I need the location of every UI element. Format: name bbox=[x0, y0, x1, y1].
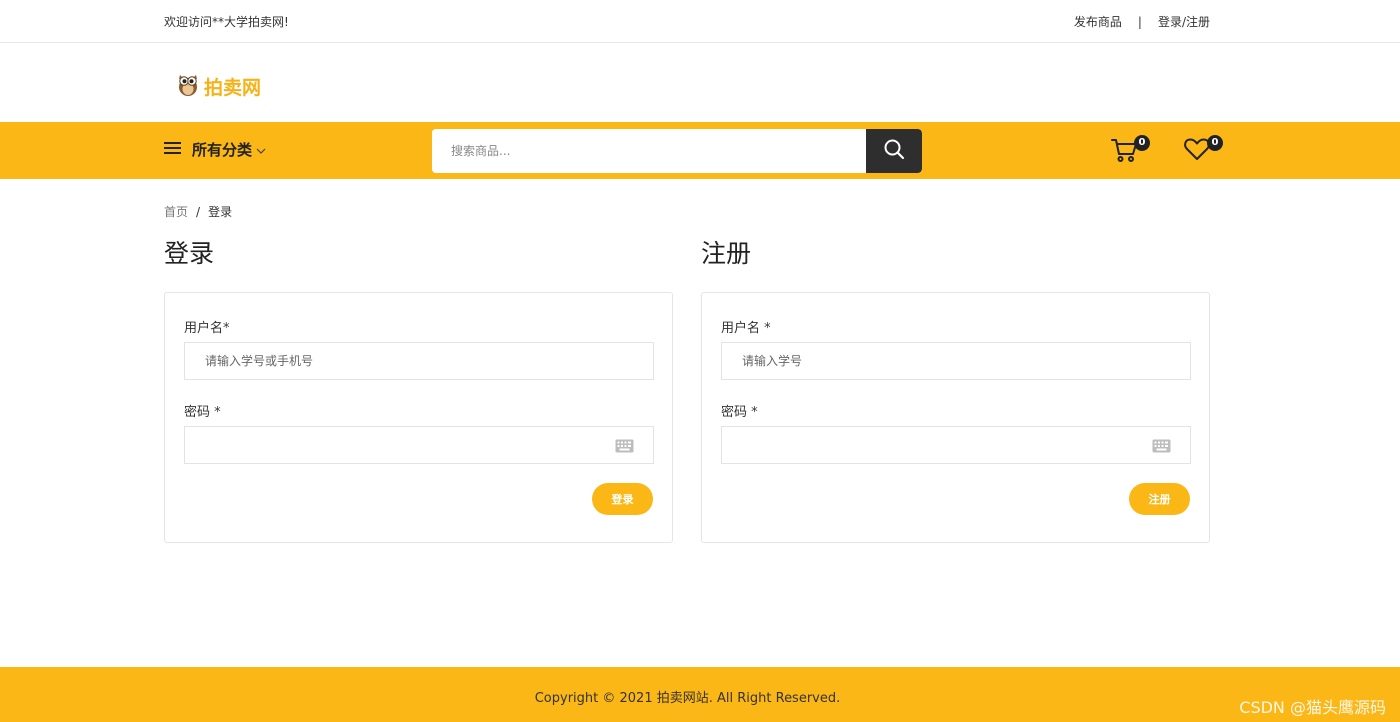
nav-bar: 所有分类 0 bbox=[0, 122, 1400, 179]
login-button[interactable]: 登录 bbox=[592, 483, 653, 515]
login-password-field-wrap bbox=[184, 426, 654, 464]
breadcrumb-home-link[interactable]: 首页 bbox=[164, 203, 188, 220]
breadcrumb: 首页 / 登录 bbox=[164, 203, 232, 220]
site-logo[interactable]: 拍卖网 bbox=[176, 71, 261, 101]
register-form: 用户名 * 密码 * 注册 bbox=[701, 292, 1210, 543]
top-links-separator: | bbox=[1137, 14, 1142, 29]
top-bar: 欢迎访问**大学拍卖网! 发布商品 | 登录/注册 bbox=[0, 0, 1400, 43]
login-username-label: 用户名* bbox=[184, 321, 230, 336]
top-links: 发布商品 | 登录/注册 bbox=[1074, 13, 1210, 30]
logo-text: 拍卖网 bbox=[204, 76, 262, 99]
all-categories-button[interactable]: 所有分类 bbox=[164, 139, 266, 160]
wishlist-count-badge: 0 bbox=[1207, 135, 1223, 151]
welcome-text: 欢迎访问**大学拍卖网! bbox=[164, 15, 289, 29]
cart-button[interactable]: 0 bbox=[1110, 135, 1152, 168]
register-password-input[interactable] bbox=[722, 427, 1190, 463]
register-username-field-wrap bbox=[721, 342, 1191, 380]
chevron-down-icon bbox=[256, 140, 266, 159]
watermark: CSDN @猫头鹰源码 bbox=[1239, 698, 1386, 717]
all-categories-label: 所有分类 bbox=[192, 141, 253, 159]
login-title: 登录 bbox=[164, 239, 215, 268]
login-username-input[interactable] bbox=[185, 343, 653, 379]
heart-icon bbox=[1183, 138, 1211, 166]
breadcrumb-separator: / bbox=[196, 204, 201, 219]
login-password-label: 密码 * bbox=[184, 405, 221, 420]
login-form: 用户名* 密码 * 登录 bbox=[164, 292, 673, 543]
footer: Copyright © 2021 拍卖网站. All Right Reserve… bbox=[0, 667, 1400, 722]
wishlist-button[interactable]: 0 bbox=[1183, 135, 1225, 166]
breadcrumb-current: 登录 bbox=[208, 205, 233, 219]
keyboard-icon[interactable] bbox=[1152, 438, 1171, 457]
footer-copyright: Copyright © 2021 拍卖网站. All Right Reserve… bbox=[534, 691, 841, 706]
search-button[interactable] bbox=[866, 129, 922, 173]
owl-logo-icon bbox=[176, 71, 200, 101]
register-password-label: 密码 * bbox=[721, 405, 758, 420]
cart-count-badge: 0 bbox=[1134, 135, 1150, 151]
search-icon bbox=[883, 138, 905, 164]
publish-link[interactable]: 发布商品 bbox=[1074, 13, 1122, 30]
login-password-input[interactable] bbox=[185, 427, 653, 463]
login-username-field-wrap bbox=[184, 342, 654, 380]
keyboard-icon[interactable] bbox=[615, 438, 634, 457]
cart-icon bbox=[1110, 139, 1138, 168]
logo-row: 拍卖网 bbox=[0, 43, 1400, 122]
menu-icon bbox=[164, 140, 182, 159]
register-button[interactable]: 注册 bbox=[1129, 483, 1190, 515]
login-register-link[interactable]: 登录/注册 bbox=[1158, 13, 1210, 30]
search-box bbox=[432, 129, 922, 173]
register-username-label: 用户名 * bbox=[721, 321, 771, 336]
search-input[interactable] bbox=[432, 129, 866, 173]
register-password-field-wrap bbox=[721, 426, 1191, 464]
register-username-input[interactable] bbox=[722, 343, 1190, 379]
register-title: 注册 bbox=[701, 239, 752, 268]
